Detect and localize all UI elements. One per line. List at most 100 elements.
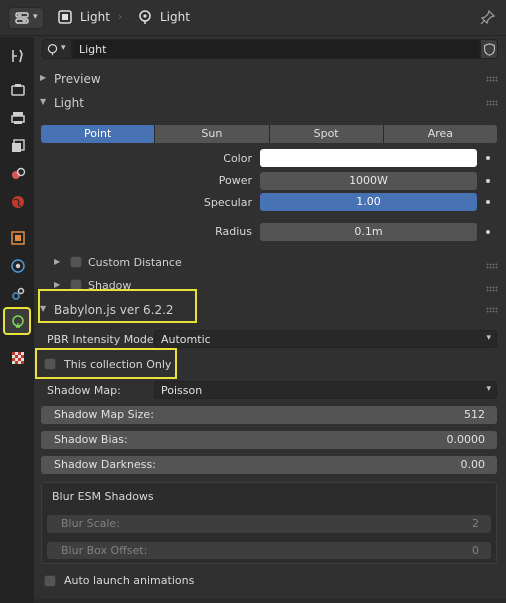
chevron-down-icon: ▾ bbox=[33, 12, 38, 22]
blur-scale-field: Blur Scale: 2 bbox=[47, 515, 491, 533]
breadcrumb-separator: › bbox=[118, 10, 123, 23]
keyframe-dot-icon[interactable] bbox=[486, 200, 490, 204]
expanded-arrow-icon: ▼ bbox=[40, 97, 47, 106]
tab-constraints[interactable] bbox=[5, 281, 31, 307]
shadow-map-dropdown[interactable]: Poisson ▾ bbox=[154, 381, 497, 399]
texture-icon bbox=[12, 352, 24, 364]
radius-field[interactable]: 0.1m bbox=[260, 223, 477, 241]
blur-esm-title: Blur ESM Shadows bbox=[52, 490, 154, 503]
power-field[interactable]: 1000W bbox=[260, 172, 477, 190]
scene-icon bbox=[12, 167, 26, 179]
shadow-map-value: Poisson bbox=[161, 384, 203, 397]
drag-grip-icon[interactable] bbox=[486, 76, 498, 82]
tab-scene[interactable] bbox=[5, 161, 31, 187]
tool-icon bbox=[12, 49, 23, 63]
shadow-darkness-field[interactable]: Shadow Darkness: 0.00 bbox=[41, 456, 497, 474]
specular-label: Specular bbox=[203, 196, 252, 209]
keyframe-dot-icon[interactable] bbox=[486, 230, 490, 234]
properties-editor-icon bbox=[15, 12, 29, 24]
pbr-intensity-dropdown[interactable]: Automtic ▾ bbox=[154, 330, 497, 348]
drag-grip-icon[interactable] bbox=[486, 307, 498, 313]
drag-grip-icon[interactable] bbox=[486, 263, 498, 269]
light-type-sun[interactable]: Sun bbox=[155, 125, 270, 143]
properties-tabs bbox=[0, 37, 34, 603]
blur-box-offset-label: Blur Box Offset: bbox=[61, 544, 148, 557]
light-type-point[interactable]: Point bbox=[41, 125, 156, 143]
color-label: Color bbox=[223, 152, 252, 165]
blur-scale-value: 2 bbox=[472, 517, 479, 530]
shadow-darkness-label: Shadow Darkness: bbox=[54, 458, 156, 471]
shield-icon bbox=[484, 43, 495, 56]
custom-distance-label: Custom Distance bbox=[88, 256, 182, 269]
light-type-selector: Point Sun Spot Area bbox=[41, 125, 497, 143]
object-icon bbox=[58, 10, 72, 24]
tab-render[interactable] bbox=[5, 77, 31, 103]
tab-tool[interactable] bbox=[5, 43, 31, 69]
shadow-darkness-value: 0.00 bbox=[460, 458, 486, 471]
highlight-box-babylon bbox=[38, 289, 197, 323]
light-datablock-selector: ▾ Light bbox=[42, 39, 498, 59]
light-panel-title: Light bbox=[54, 96, 84, 110]
panel-bottom-edge bbox=[34, 599, 506, 603]
blur-box-offset-field: Blur Box Offset: 0 bbox=[47, 542, 491, 559]
auto-launch-checkbox[interactable] bbox=[44, 575, 56, 587]
fake-user-button[interactable] bbox=[480, 39, 498, 59]
collapsed-arrow-icon: ▶ bbox=[40, 73, 47, 82]
tab-texture[interactable] bbox=[5, 345, 31, 371]
light-data-name[interactable]: Light bbox=[160, 10, 190, 24]
blur-esm-box: Blur ESM Shadows Blur Scale: 2 Blur Box … bbox=[41, 482, 497, 564]
datablock-browse-button[interactable]: ▾ bbox=[42, 39, 72, 59]
pbr-intensity-label: PBR Intensity Mode: bbox=[47, 333, 158, 346]
tab-physics[interactable] bbox=[5, 253, 31, 279]
shadow-bias-field[interactable]: Shadow Bias: 0.0000 bbox=[41, 431, 497, 449]
pin-icon[interactable] bbox=[480, 9, 496, 25]
preview-panel-title: Preview bbox=[54, 72, 101, 86]
chevron-down-icon: ▾ bbox=[486, 384, 491, 394]
light-type-area[interactable]: Area bbox=[383, 125, 497, 143]
shadow-bias-value: 0.0000 bbox=[446, 433, 486, 446]
drag-grip-icon[interactable] bbox=[486, 100, 498, 106]
tab-object[interactable] bbox=[5, 225, 31, 251]
pbr-intensity-value: Automtic bbox=[161, 333, 211, 346]
shadow-bias-label: Shadow Bias: bbox=[54, 433, 128, 446]
render-icon bbox=[11, 84, 25, 96]
light-bulb-icon bbox=[12, 315, 24, 328]
auto-launch-label: Auto launch animations bbox=[64, 574, 195, 587]
collapsed-arrow-icon: ▶ bbox=[54, 257, 61, 266]
object-properties-icon bbox=[11, 231, 25, 245]
blur-box-offset-value: 0 bbox=[472, 544, 479, 557]
collapsed-arrow-icon: ▶ bbox=[54, 280, 61, 289]
chevron-down-icon: ▾ bbox=[61, 43, 66, 53]
tab-view-layer[interactable] bbox=[5, 133, 31, 159]
keyframe-dot-icon[interactable] bbox=[486, 179, 490, 183]
highlight-box-collection bbox=[35, 348, 177, 379]
preview-panel-header[interactable]: ▶ Preview bbox=[34, 68, 506, 90]
drag-grip-icon[interactable] bbox=[486, 286, 498, 292]
chevron-down-icon: ▾ bbox=[486, 333, 491, 343]
editor-type-selector[interactable]: ▾ bbox=[8, 7, 44, 29]
radius-label: Radius bbox=[215, 225, 252, 238]
object-name[interactable]: Light bbox=[80, 10, 110, 24]
shadow-map-size-field[interactable]: Shadow Map Size: 512 bbox=[41, 406, 497, 424]
output-icon bbox=[11, 112, 25, 124]
tab-world[interactable] bbox=[5, 189, 31, 215]
datablock-name-field[interactable]: Light bbox=[72, 39, 480, 59]
physics-icon bbox=[11, 259, 25, 273]
shadow-map-size-label: Shadow Map Size: bbox=[54, 408, 154, 421]
light-data-icon bbox=[47, 44, 58, 56]
power-label: Power bbox=[218, 174, 252, 187]
tab-light-data[interactable] bbox=[3, 307, 31, 335]
view-layer-icon bbox=[12, 139, 25, 152]
custom-distance-checkbox[interactable] bbox=[70, 256, 82, 268]
constraints-icon bbox=[12, 287, 25, 300]
tab-output[interactable] bbox=[5, 105, 31, 131]
properties-main: ▾ Light ▶ Preview ▼ Light Point Sun Spot… bbox=[34, 37, 506, 603]
color-swatch[interactable] bbox=[260, 149, 477, 167]
world-icon bbox=[12, 196, 24, 208]
light-type-spot[interactable]: Spot bbox=[269, 125, 384, 143]
shadow-map-size-value: 512 bbox=[464, 408, 485, 421]
properties-header: ▾ Light › Light bbox=[0, 0, 506, 36]
light-panel-header[interactable]: ▼ Light bbox=[34, 92, 506, 114]
keyframe-dot-icon[interactable] bbox=[486, 156, 490, 160]
specular-slider[interactable]: 1.00 bbox=[260, 193, 477, 211]
